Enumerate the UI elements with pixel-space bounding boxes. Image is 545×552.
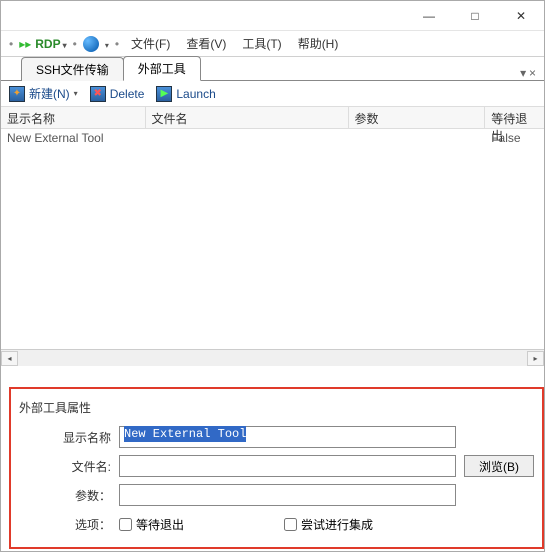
grid-header: 显示名称 文件名 参数 等待退出 xyxy=(1,107,544,129)
input-display-name[interactable]: New External Tool xyxy=(119,426,456,448)
label-display-name: 显示名称 xyxy=(19,429,119,446)
launch-label: Launch xyxy=(176,87,215,101)
tab-ssh-file-transfer[interactable]: SSH文件传输 xyxy=(21,57,124,81)
new-button[interactable]: ✦ 新建(N) ▾ xyxy=(9,85,78,102)
table-row[interactable]: New External Tool False xyxy=(1,129,544,147)
new-label: 新建(N) xyxy=(29,85,70,102)
column-header-name[interactable]: 显示名称 xyxy=(1,107,146,128)
scroll-right-icon[interactable]: ▸ xyxy=(527,351,544,366)
label-options: 选项： xyxy=(19,516,119,533)
prop-row-file: 文件名: 浏览(B) xyxy=(19,455,534,477)
play-icon: ▸▸ xyxy=(19,37,31,51)
globe-dropdown[interactable] xyxy=(103,37,109,51)
options-group: 等待退出 尝试进行集成 xyxy=(119,516,373,533)
delete-button[interactable]: ✖ Delete xyxy=(90,86,145,102)
grid-body[interactable]: New External Tool False xyxy=(1,129,544,349)
launch-button[interactable]: ▶ Launch xyxy=(156,86,215,102)
action-toolbar: ✦ 新建(N) ▾ ✖ Delete ▶ Launch xyxy=(1,81,544,107)
column-header-wait[interactable]: 等待退出 xyxy=(485,107,544,128)
delete-icon: ✖ xyxy=(90,86,106,102)
horizontal-scrollbar[interactable]: ◂ ▸ xyxy=(1,349,544,366)
input-params[interactable] xyxy=(119,484,456,506)
checkbox-wait-exit-input[interactable] xyxy=(119,518,132,531)
prop-row-options: 选项： 等待退出 尝试进行集成 xyxy=(19,513,534,535)
label-filename: 文件名: xyxy=(19,458,119,475)
separator-icon xyxy=(71,37,79,51)
checkbox-wait-exit-label: 等待退出 xyxy=(136,516,184,533)
properties-panel: 外部工具属性 显示名称 New External Tool 文件名: 浏览(B)… xyxy=(9,387,544,549)
tab-close-icon[interactable]: × xyxy=(529,66,536,80)
cell-wait: False xyxy=(485,131,544,145)
checkbox-wait-exit[interactable]: 等待退出 xyxy=(119,516,184,533)
tab-controls: ▾ × xyxy=(520,66,536,80)
rdp-button[interactable]: RDP xyxy=(35,37,66,51)
properties-title: 外部工具属性 xyxy=(19,399,534,416)
label-params: 参数： xyxy=(19,487,119,504)
input-filename[interactable] xyxy=(119,455,456,477)
cell-name: New External Tool xyxy=(1,131,146,145)
checkbox-try-integrate-label: 尝试进行集成 xyxy=(301,516,373,533)
column-header-file[interactable]: 文件名 xyxy=(146,107,349,128)
menu-file[interactable]: 文件(F) xyxy=(125,35,176,52)
new-icon: ✦ xyxy=(9,86,25,102)
checkbox-try-integrate-input[interactable] xyxy=(284,518,297,531)
chevron-down-icon: ▾ xyxy=(74,89,78,98)
menu-tools[interactable]: 工具(T) xyxy=(236,35,287,52)
checkbox-try-integrate[interactable]: 尝试进行集成 xyxy=(284,516,373,533)
scroll-left-icon[interactable]: ◂ xyxy=(1,351,18,366)
launch-icon: ▶ xyxy=(156,86,172,102)
prop-row-param: 参数： xyxy=(19,484,534,506)
prop-row-name: 显示名称 New External Tool xyxy=(19,426,534,448)
separator-icon xyxy=(113,37,121,51)
title-bar: — □ ✕ xyxy=(1,1,544,31)
main-toolbar: ▸▸ RDP 文件(F) 查看(V) 工具(T) 帮助(H) xyxy=(1,31,544,57)
globe-icon[interactable] xyxy=(83,36,99,52)
column-header-param[interactable]: 参数 xyxy=(349,107,486,128)
input-display-name-value: New External Tool xyxy=(124,426,246,442)
maximize-button[interactable]: □ xyxy=(452,1,498,31)
delete-label: Delete xyxy=(110,87,145,101)
minimize-button[interactable]: — xyxy=(406,1,452,31)
menu-view[interactable]: 查看(V) xyxy=(180,35,232,52)
tab-bar: SSH文件传输 外部工具 ▾ × xyxy=(1,57,544,81)
tab-external-tools[interactable]: 外部工具 xyxy=(123,56,201,81)
close-button[interactable]: ✕ xyxy=(498,1,544,31)
tab-dropdown-icon[interactable]: ▾ xyxy=(520,66,526,80)
menu-help[interactable]: 帮助(H) xyxy=(292,35,345,52)
separator-icon xyxy=(7,37,15,51)
browse-button[interactable]: 浏览(B) xyxy=(464,455,534,477)
